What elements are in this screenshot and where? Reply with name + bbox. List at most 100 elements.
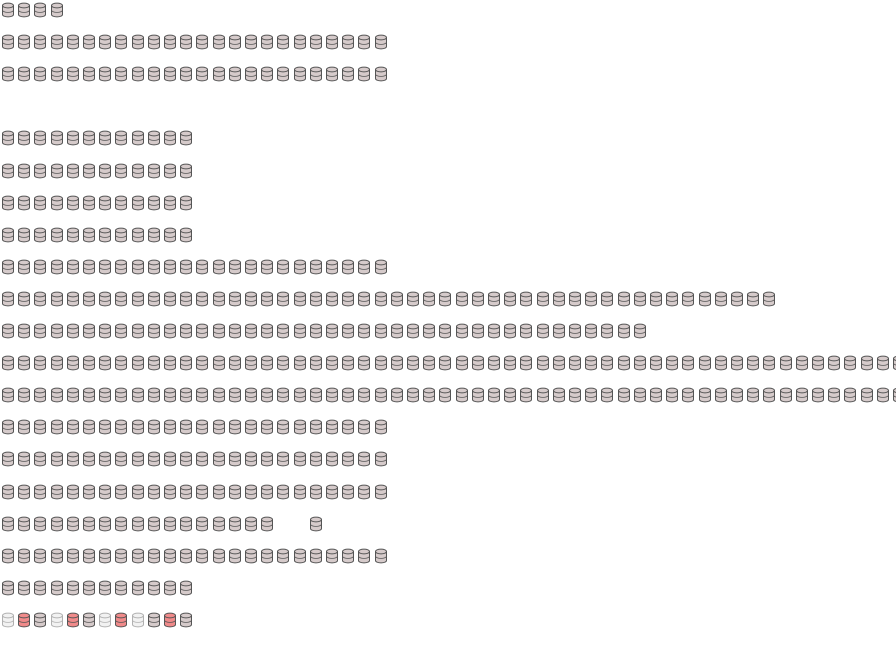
database-icon[interactable]	[82, 66, 96, 82]
database-icon[interactable]	[374, 484, 388, 500]
database-icon[interactable]	[50, 387, 64, 403]
database-icon[interactable]	[536, 291, 550, 307]
database-icon[interactable]	[584, 291, 598, 307]
database-icon[interactable]	[50, 130, 64, 146]
database-icon[interactable]	[519, 355, 533, 371]
database-icon[interactable]	[276, 548, 290, 564]
database-icon[interactable]	[212, 484, 226, 500]
database-icon[interactable]	[98, 580, 112, 596]
database-icon[interactable]	[33, 323, 47, 339]
database-icon[interactable]	[98, 484, 112, 500]
database-icon[interactable]	[131, 34, 145, 50]
database-icon[interactable]	[147, 259, 161, 275]
database-icon[interactable]	[17, 484, 31, 500]
database-icon[interactable]	[195, 548, 209, 564]
database-icon[interactable]	[811, 387, 825, 403]
database-icon[interactable]	[681, 387, 695, 403]
database-icon[interactable]	[714, 355, 728, 371]
database-icon[interactable]	[1, 195, 15, 211]
database-icon[interactable]	[244, 66, 258, 82]
database-icon[interactable]	[374, 259, 388, 275]
database-icon[interactable]	[179, 387, 193, 403]
database-icon[interactable]	[293, 451, 307, 467]
database-icon[interactable]	[357, 66, 371, 82]
database-icon[interactable]	[33, 548, 47, 564]
database-icon[interactable]	[617, 291, 631, 307]
database-icon[interactable]	[260, 259, 274, 275]
database-icon[interactable]	[195, 419, 209, 435]
database-icon[interactable]	[179, 195, 193, 211]
database-icon[interactable]	[422, 291, 436, 307]
database-icon[interactable]	[147, 548, 161, 564]
database-icon[interactable]	[762, 355, 776, 371]
database-icon[interactable]	[195, 355, 209, 371]
database-icon[interactable]	[131, 451, 145, 467]
database-icon[interactable]	[519, 323, 533, 339]
database-icon[interactable]	[244, 387, 258, 403]
database-icon[interactable]	[114, 291, 128, 307]
database-icon[interactable]	[82, 580, 96, 596]
database-icon[interactable]	[131, 387, 145, 403]
database-icon[interactable]	[33, 227, 47, 243]
database-icon[interactable]	[50, 195, 64, 211]
database-icon[interactable]	[33, 2, 47, 18]
database-icon[interactable]	[649, 291, 663, 307]
database-icon[interactable]	[98, 451, 112, 467]
database-icon[interactable]	[195, 387, 209, 403]
database-icon[interactable]	[487, 291, 501, 307]
database-icon[interactable]	[66, 323, 80, 339]
database-icon[interactable]	[33, 612, 47, 628]
database-icon[interactable]	[552, 355, 566, 371]
database-icon[interactable]	[293, 387, 307, 403]
database-icon[interactable]	[179, 34, 193, 50]
database-icon[interactable]	[17, 2, 31, 18]
database-icon[interactable]	[228, 66, 242, 82]
database-icon[interactable]	[82, 548, 96, 564]
database-icon[interactable]	[17, 195, 31, 211]
database-icon[interactable]	[33, 130, 47, 146]
database-icon[interactable]	[1, 323, 15, 339]
database-icon[interactable]	[147, 130, 161, 146]
database-icon[interactable]	[244, 259, 258, 275]
database-icon[interactable]	[438, 323, 452, 339]
database-icon[interactable]	[33, 195, 47, 211]
database-icon[interactable]	[33, 355, 47, 371]
database-icon[interactable]	[357, 419, 371, 435]
database-icon[interactable]	[98, 227, 112, 243]
database-icon[interactable]	[843, 355, 857, 371]
database-icon[interactable]	[131, 355, 145, 371]
database-icon[interactable]	[276, 484, 290, 500]
database-icon[interactable]	[33, 419, 47, 435]
database-icon[interactable]	[179, 451, 193, 467]
database-icon-highlighted[interactable]	[66, 612, 80, 628]
database-icon[interactable]	[50, 580, 64, 596]
database-icon[interactable]	[1, 130, 15, 146]
database-icon[interactable]	[633, 355, 647, 371]
database-icon[interactable]	[82, 323, 96, 339]
database-icon[interactable]	[50, 66, 64, 82]
database-icon[interactable]	[179, 163, 193, 179]
database-icon[interactable]	[66, 34, 80, 50]
database-icon[interactable]	[617, 355, 631, 371]
database-icon[interactable]	[584, 355, 598, 371]
database-icon[interactable]	[131, 548, 145, 564]
database-icon[interactable]	[114, 548, 128, 564]
database-icon[interactable]	[341, 548, 355, 564]
database-icon[interactable]	[260, 387, 274, 403]
database-icon[interactable]	[600, 387, 614, 403]
database-icon[interactable]	[1, 516, 15, 532]
database-icon[interactable]	[147, 355, 161, 371]
database-icon[interactable]	[309, 387, 323, 403]
database-icon[interactable]	[293, 484, 307, 500]
database-icon[interactable]	[260, 548, 274, 564]
database-icon[interactable]	[179, 66, 193, 82]
database-icon[interactable]	[341, 451, 355, 467]
database-icon[interactable]	[131, 516, 145, 532]
database-icon[interactable]	[1, 387, 15, 403]
database-icon[interactable]	[293, 66, 307, 82]
database-icon[interactable]	[374, 419, 388, 435]
database-icon[interactable]	[228, 548, 242, 564]
database-icon[interactable]	[260, 516, 274, 532]
database-icon[interactable]	[406, 387, 420, 403]
database-icon[interactable]	[487, 355, 501, 371]
